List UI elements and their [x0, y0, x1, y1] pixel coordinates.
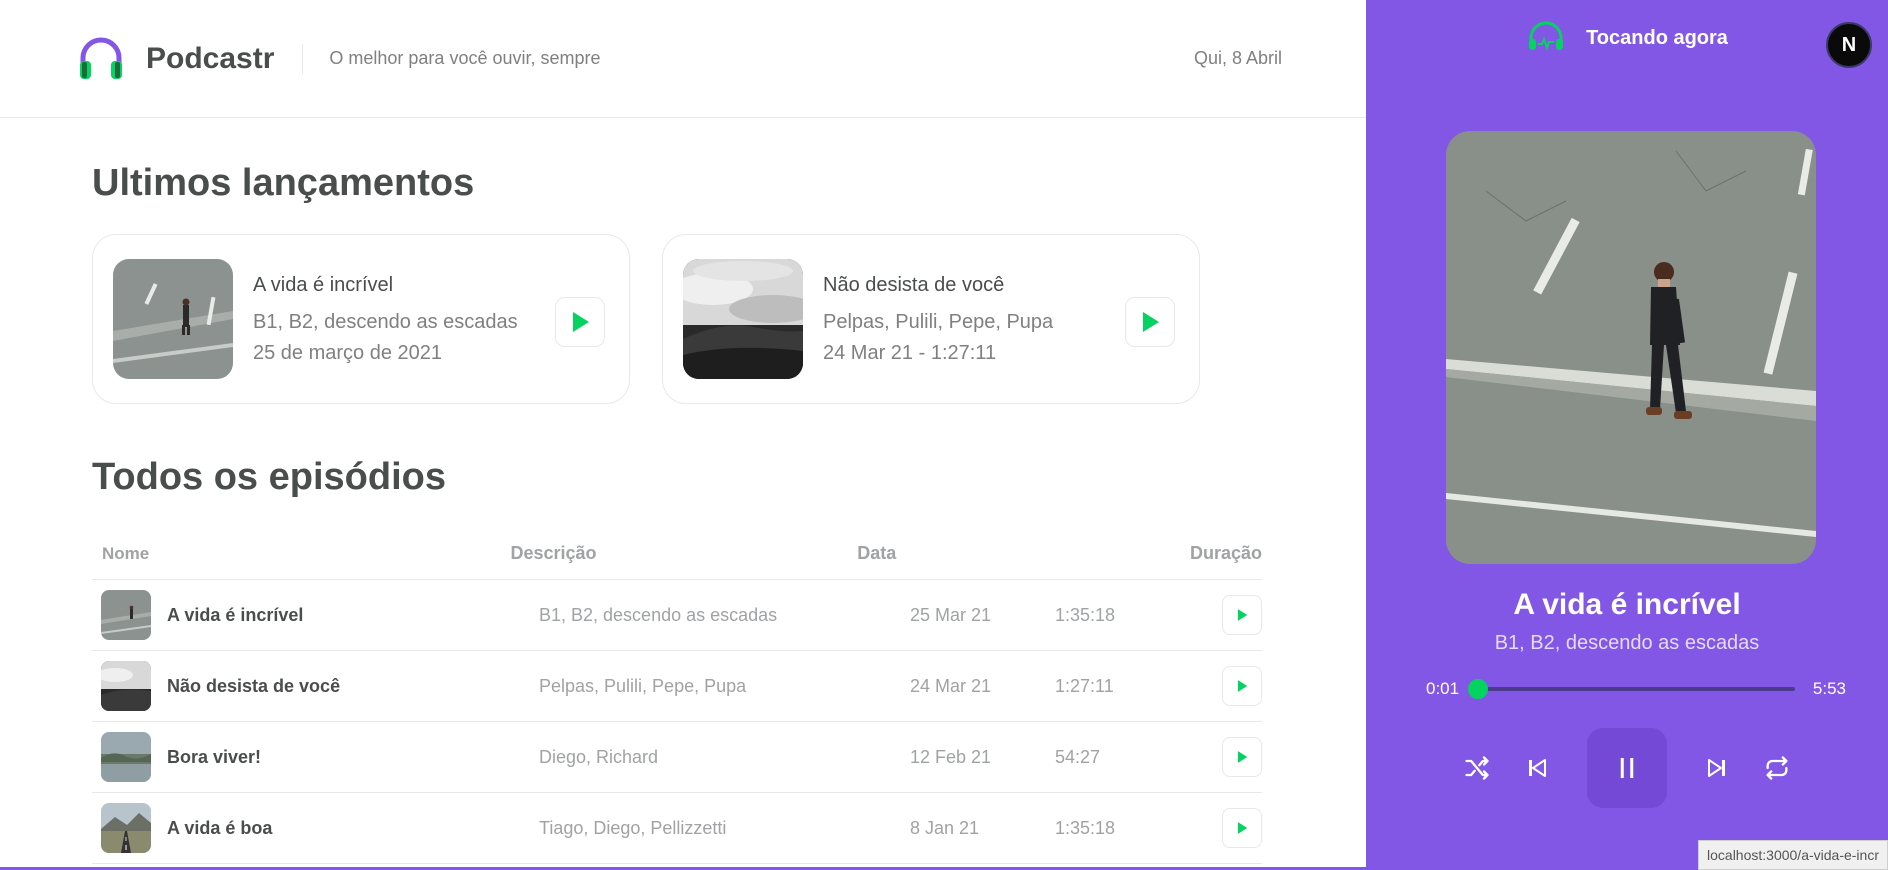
episode-title-link[interactable]: A vida é incrível — [167, 605, 303, 626]
episode-duration: 1:35:18 — [1055, 604, 1116, 625]
header-divider — [302, 43, 304, 74]
episode-date: 25 de março de 2021 — [253, 341, 443, 364]
episode-title-link[interactable]: Não desista de você — [823, 274, 1053, 297]
table-row: A vida é boa Tiago, Diego, Pellizzetti 8… — [92, 793, 1262, 864]
episode-members: B1, B2, descendo as escadas — [253, 310, 518, 333]
play-episode-button[interactable] — [1222, 808, 1262, 848]
player-header: Tocando agora — [1366, 20, 1888, 57]
episode-title-link[interactable]: Não desista de você — [167, 676, 340, 697]
player-episode-title: A vida é incrível — [1513, 588, 1741, 621]
play-episode-button[interactable] — [1222, 595, 1262, 635]
episode-thumbnail — [113, 259, 233, 379]
now-playing-title: Tocando agora — [1586, 27, 1728, 49]
episode-duration: 1:35:18 — [1055, 817, 1116, 838]
episode-cover — [1446, 131, 1816, 564]
shuffle-button[interactable] — [1461, 752, 1493, 784]
episode-duration: 1:27:11 — [1055, 675, 1114, 696]
episode-date: 8 Jan 21 — [910, 817, 980, 838]
player-controls — [1366, 728, 1888, 808]
episode-title-link[interactable]: Bora viver! — [167, 747, 261, 768]
episode-details: Não desista de você Pelpas, Pulili, Pepe… — [823, 274, 1053, 365]
play-icon — [1237, 822, 1248, 834]
table-row: Bora viver! Diego, Richard 12 Feb 21 54:… — [92, 722, 1262, 793]
row-name-cell: Bora viver! — [92, 732, 539, 782]
episode-thumbnail — [101, 661, 151, 711]
table-row: Não desista de você Pelpas, Pulili, Pepe… — [92, 651, 1262, 722]
pause-button[interactable] — [1587, 728, 1667, 808]
table-header: Nome Descrição Data Duração — [92, 528, 1262, 580]
header-tagline: O melhor para você ouvir, sempre — [329, 48, 601, 68]
row-name-cell: A vida é boa — [92, 803, 539, 853]
play-icon — [1143, 312, 1159, 332]
row-play-cell — [1198, 737, 1262, 777]
all-episodes-title: Todos os episódios — [92, 456, 446, 498]
episode-date: 25 Mar 21 — [910, 604, 992, 625]
episode-members: Pelpas, Pulili, Pepe, Pupa — [539, 675, 747, 696]
main-content: Podcastr O melhor para você ouvir, sempr… — [0, 0, 1366, 870]
episode-title-link[interactable]: A vida é incrível — [253, 274, 518, 297]
column-header-date: Data — [857, 543, 897, 563]
play-icon — [573, 312, 589, 332]
pause-icon — [1620, 758, 1634, 778]
previous-icon — [1529, 759, 1546, 777]
play-episode-button[interactable] — [555, 297, 605, 347]
header-date: Qui, 8 Abril — [1193, 48, 1282, 68]
episode-date: 24 Mar 21 — [910, 675, 992, 696]
column-header-name: Nome — [102, 543, 150, 563]
play-episode-button[interactable] — [1125, 297, 1175, 347]
episode-members: Tiago, Diego, Pellizzetti — [539, 817, 727, 838]
player-panel: Tocando agora N A vida é incrível B1, B2 — [1366, 0, 1888, 870]
episode-title-link[interactable]: A vida é boa — [167, 818, 272, 839]
headphones-icon — [1526, 20, 1566, 57]
episode-members: B1, B2, descendo as escadas — [539, 604, 778, 625]
episode-date: 12 Feb 21 — [910, 746, 992, 767]
latest-episodes-title: Ultimos lançamentos — [92, 162, 475, 204]
repeat-button[interactable] — [1761, 752, 1793, 784]
row-name-cell: A vida é incrível — [92, 590, 539, 640]
progress-handle[interactable] — [1468, 679, 1489, 699]
row-play-cell — [1198, 595, 1262, 635]
latest-episode-card: A vida é incrível B1, B2, descendo as es… — [92, 234, 630, 404]
status-bar-url: localhost:3000/a-vida-e-incr — [1698, 840, 1888, 870]
episode-thumbnail — [683, 259, 803, 379]
play-episode-button[interactable] — [1222, 737, 1262, 777]
episode-thumbnail — [101, 803, 151, 853]
total-time: 5:53 — [1812, 679, 1846, 698]
episode-thumbnail — [101, 590, 151, 640]
episode-thumbnail — [101, 732, 151, 782]
current-time: 0:01 — [1426, 679, 1460, 698]
column-header-duration: Duração — [1189, 543, 1262, 563]
play-icon — [1237, 680, 1248, 692]
table-row: A vida é incrível B1, B2, descendo as es… — [92, 580, 1262, 651]
row-play-cell — [1198, 666, 1262, 706]
episode-members: Pelpas, Pulili, Pepe, Pupa — [823, 310, 1054, 333]
episode-details: A vida é incrível B1, B2, descendo as es… — [253, 274, 518, 365]
play-icon — [1237, 751, 1248, 763]
row-play-cell — [1198, 808, 1262, 848]
headphones-icon — [76, 34, 126, 84]
progress-row: 0:01 5:53 — [1426, 679, 1846, 699]
previous-button[interactable] — [1521, 752, 1553, 784]
column-header-description: Descrição — [510, 543, 597, 563]
play-episode-button[interactable] — [1222, 666, 1262, 706]
episode-members: Diego, Richard — [539, 746, 659, 767]
episode-date: 24 Mar 21 - 1:27:11 — [823, 341, 997, 364]
episodes-table: Nome Descrição Data Duração A vida é inc… — [92, 528, 1262, 864]
progress-slider[interactable] — [1468, 679, 1795, 699]
latest-episodes-list: A vida é incrível B1, B2, descendo as es… — [92, 234, 1200, 404]
shuffle-icon — [1465, 756, 1489, 780]
avatar[interactable]: N — [1826, 22, 1872, 68]
repeat-icon — [1766, 756, 1788, 780]
app-header: Podcastr O melhor para você ouvir, sempr… — [0, 0, 1366, 118]
latest-episode-card: Não desista de você Pelpas, Pulili, Pepe… — [662, 234, 1200, 404]
play-icon — [1237, 609, 1248, 621]
next-button[interactable] — [1701, 752, 1733, 784]
episode-duration: 54:27 — [1055, 746, 1101, 767]
player-episode-members: B1, B2, descendo as escadas — [1494, 632, 1760, 654]
next-icon — [1708, 759, 1725, 777]
logo-text: Podcastr — [146, 41, 275, 75]
row-name-cell: Não desista de você — [92, 661, 539, 711]
